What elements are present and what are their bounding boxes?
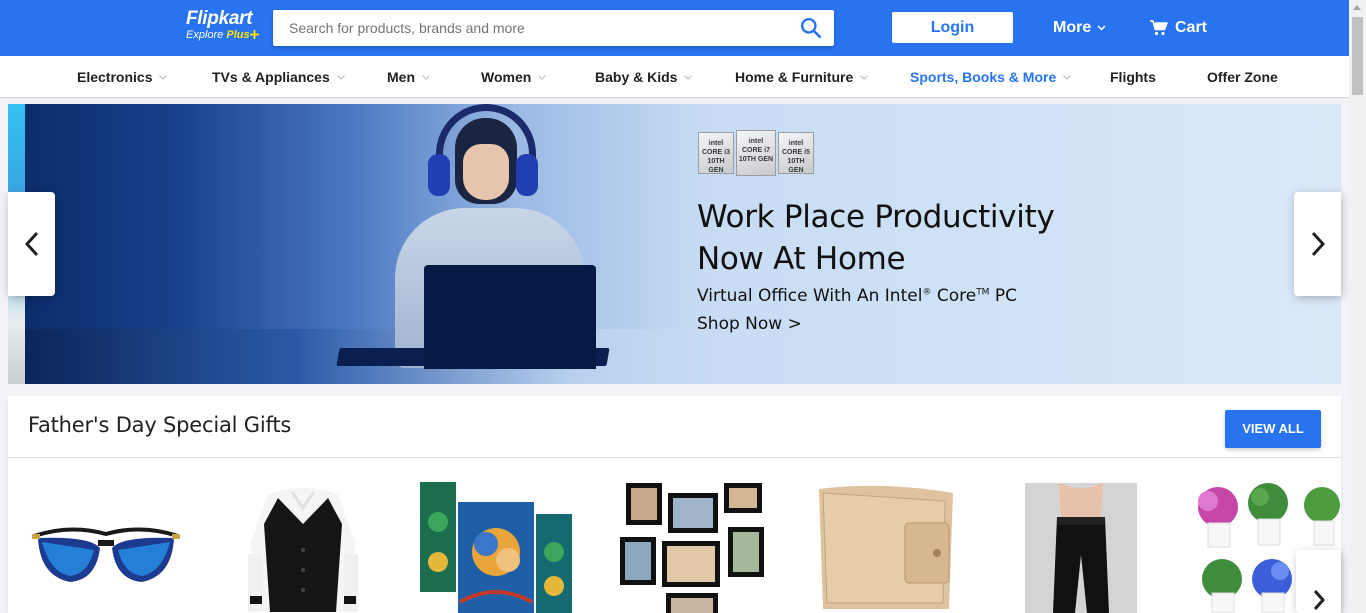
badge-line: CORE i3 bbox=[701, 149, 730, 156]
chevron-down-icon bbox=[336, 74, 345, 80]
badge-brand: intel bbox=[788, 140, 804, 147]
category-flights[interactable]: Flights bbox=[1110, 69, 1156, 85]
category-baby-kids[interactable]: Baby & Kids bbox=[595, 69, 693, 85]
scroll-up-arrow-icon[interactable] bbox=[1353, 5, 1361, 10]
scrollbar-thumb[interactable] bbox=[1352, 17, 1363, 95]
badge-gen: 10TH GEN bbox=[707, 158, 725, 174]
login-button[interactable]: Login bbox=[892, 12, 1013, 43]
category-sports-books-more[interactable]: Sports, Books & More bbox=[910, 69, 1072, 85]
chevron-down-icon bbox=[422, 74, 430, 80]
chevron-down-icon bbox=[1063, 74, 1072, 80]
photo-frames-product[interactable] bbox=[620, 483, 770, 613]
headphone-left-illustration bbox=[428, 154, 450, 196]
chevron-right-icon bbox=[1311, 231, 1325, 257]
chevron-down-icon bbox=[1097, 25, 1106, 31]
flipkart-logo[interactable]: Flipkart Explore Plus bbox=[186, 8, 266, 46]
section-next-button[interactable] bbox=[1296, 550, 1341, 613]
chevron-down-icon bbox=[538, 74, 547, 80]
banner-prev-button[interactable] bbox=[8, 192, 55, 296]
view-all-button[interactable]: VIEW ALL bbox=[1225, 410, 1321, 448]
krishna-painting-product[interactable] bbox=[420, 482, 572, 613]
badge-brand: intel bbox=[708, 140, 724, 147]
intel-badges: intel CORE i3 10TH GEN intel CORE i7 10T… bbox=[698, 130, 814, 176]
logo-explore: Explore bbox=[186, 29, 224, 41]
intel-core-i5-badge: intel CORE i5 10TH GEN bbox=[778, 132, 814, 174]
chevron-down-icon bbox=[684, 74, 693, 80]
shop-now-link[interactable]: Shop Now > bbox=[697, 314, 802, 334]
category-nav: Electronics TVs & Appliances Men Women B… bbox=[0, 56, 1349, 97]
category-label: Sports, Books & More bbox=[910, 69, 1057, 85]
fathers-day-section: Father's Day Special Gifts VIEW ALL bbox=[8, 396, 1341, 613]
banner-title-line1: Work Place Productivity bbox=[697, 199, 1055, 235]
category-tvs-appliances[interactable]: TVs & Appliances bbox=[212, 69, 345, 85]
plus-icon bbox=[249, 30, 259, 39]
more-menu[interactable]: More bbox=[1053, 18, 1106, 38]
hero-banner[interactable]: intel CORE i3 10TH GEN intel CORE i7 10T… bbox=[8, 104, 1341, 384]
category-women[interactable]: Women bbox=[481, 69, 547, 85]
badge-line: CORE i5 bbox=[781, 149, 810, 156]
more-label: More bbox=[1053, 19, 1092, 36]
logo-text: Flipkart bbox=[186, 8, 253, 29]
category-label: TVs & Appliances bbox=[212, 69, 330, 85]
banner-next-button[interactable] bbox=[1294, 192, 1341, 296]
wallet-product[interactable] bbox=[813, 483, 959, 613]
chevron-down-icon bbox=[159, 74, 168, 80]
category-label: Men bbox=[387, 69, 415, 85]
chevron-right-icon bbox=[1313, 590, 1325, 610]
section-header: Father's Day Special Gifts VIEW ALL bbox=[8, 396, 1341, 458]
category-men[interactable]: Men bbox=[387, 69, 430, 85]
category-home-furniture[interactable]: Home & Furniture bbox=[735, 69, 869, 85]
intel-core-i3-badge: intel CORE i3 10TH GEN bbox=[698, 132, 734, 174]
top-header: Flipkart Explore Plus Login More Cart bbox=[0, 0, 1366, 56]
search-bar bbox=[273, 10, 834, 46]
category-label: Baby & Kids bbox=[595, 69, 678, 85]
trademark-mark: TM bbox=[976, 287, 990, 298]
subtitle-text: Virtual Office With An Intel bbox=[697, 286, 923, 306]
badge-gen: 10TH GEN bbox=[787, 158, 805, 174]
badge-line: CORE i7 bbox=[741, 147, 770, 154]
jogger-pants-product[interactable] bbox=[1025, 483, 1137, 613]
category-label: Electronics bbox=[77, 69, 153, 85]
section-title: Father's Day Special Gifts bbox=[28, 413, 292, 437]
sunglasses-product[interactable] bbox=[30, 516, 182, 596]
category-label: Offer Zone bbox=[1207, 69, 1278, 85]
badge-gen: 10TH GEN bbox=[738, 156, 774, 163]
search-icon[interactable] bbox=[800, 17, 822, 39]
category-label: Women bbox=[481, 69, 532, 85]
headphone-right-illustration bbox=[516, 154, 538, 196]
logo-plus: Plus bbox=[226, 29, 250, 41]
chevron-down-icon bbox=[860, 74, 869, 80]
laptop-illustration bbox=[424, 265, 596, 369]
subtitle-text: PC bbox=[989, 286, 1017, 306]
search-input[interactable] bbox=[273, 10, 793, 46]
logo-tagline: Explore Plus bbox=[186, 29, 266, 42]
cart-button[interactable]: Cart bbox=[1150, 18, 1207, 38]
category-electronics[interactable]: Electronics bbox=[77, 69, 168, 85]
waistcoat-shirt-product[interactable] bbox=[248, 484, 358, 613]
person-face-illustration bbox=[463, 144, 509, 200]
cart-label: Cart bbox=[1175, 19, 1208, 36]
category-label: Flights bbox=[1110, 69, 1156, 85]
banner-title-line2: Now At Home bbox=[697, 241, 906, 277]
banner-title: Work Place Productivity Now At Home bbox=[697, 196, 1055, 280]
intel-core-i7-badge: intel CORE i7 10TH GEN bbox=[736, 130, 776, 176]
banner-subtitle: Virtual Office With An Intel® CoreTM PC bbox=[697, 286, 1017, 306]
chevron-left-icon bbox=[24, 231, 38, 257]
category-label: Home & Furniture bbox=[735, 69, 854, 85]
cart-icon bbox=[1150, 20, 1168, 36]
badge-brand: intel bbox=[748, 138, 764, 145]
category-offer-zone[interactable]: Offer Zone bbox=[1207, 69, 1278, 85]
subtitle-text: Core bbox=[931, 286, 977, 306]
